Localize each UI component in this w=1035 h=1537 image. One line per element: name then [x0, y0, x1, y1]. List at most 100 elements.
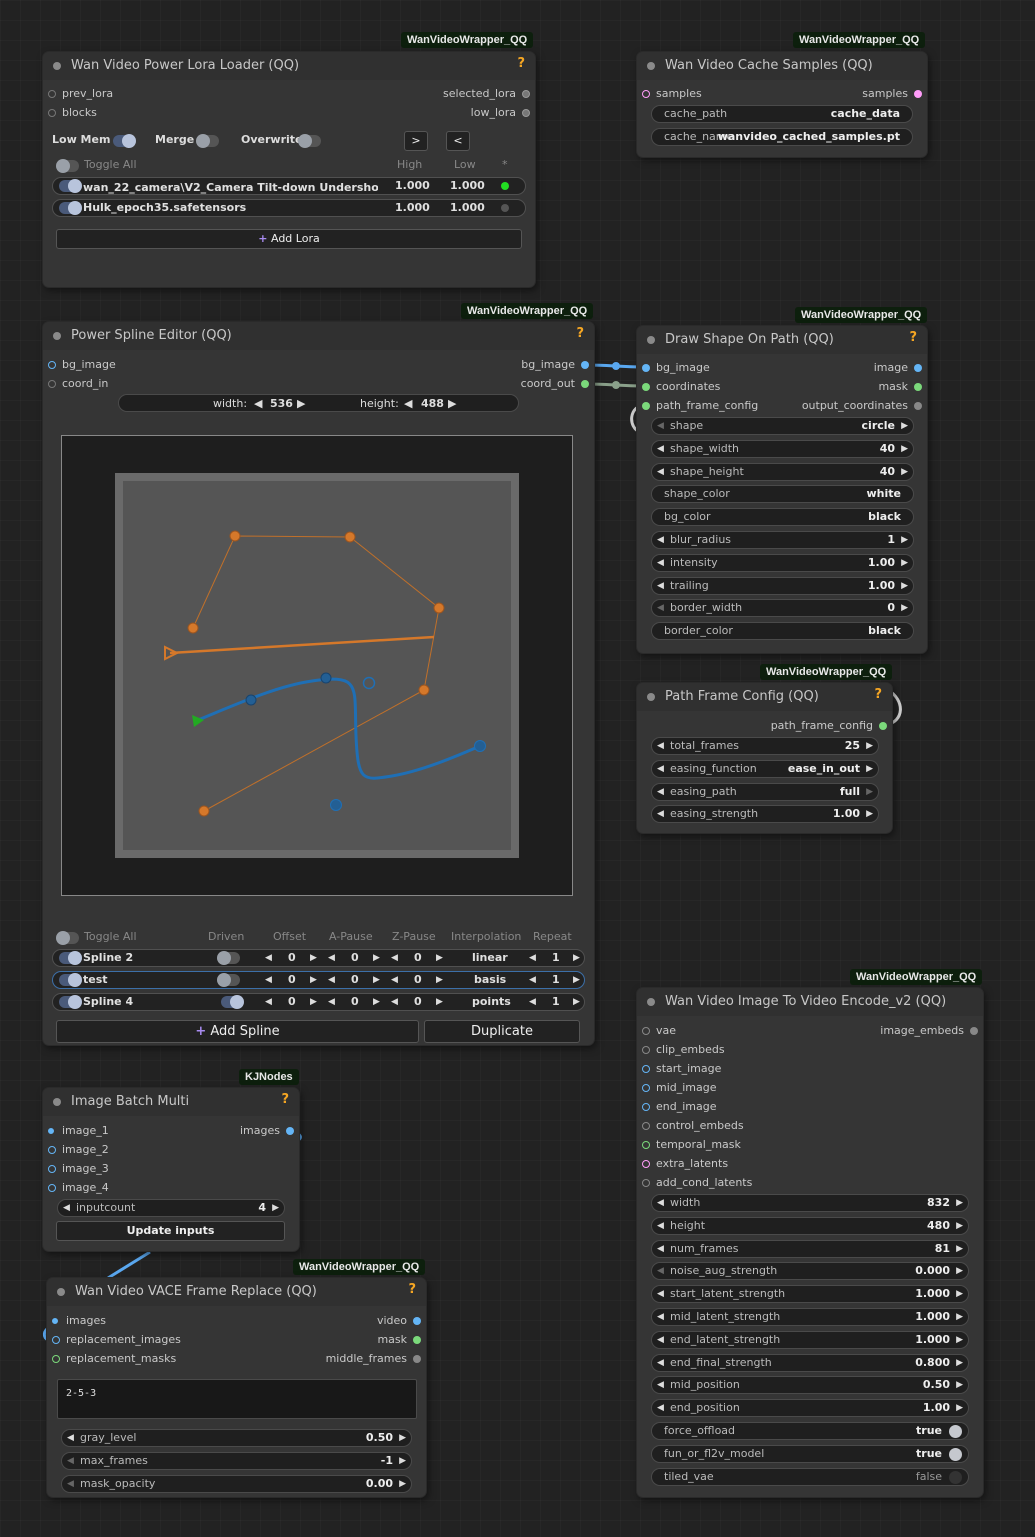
shape-widget[interactable]: ◀ shape circle ▶ — [651, 417, 914, 435]
input-mid-image[interactable]: mid_image — [642, 1081, 717, 1095]
slot-dot-icon[interactable] — [413, 1355, 421, 1363]
slot-dot-icon[interactable] — [642, 90, 650, 98]
node-header[interactable]: Path Frame Config (QQ) ? — [637, 683, 892, 711]
input-images[interactable]: images — [52, 1314, 106, 1328]
output-coordinates[interactable]: output_coordinates — [802, 399, 922, 413]
slot-dot-icon[interactable] — [48, 1184, 56, 1192]
height-widget[interactable]: ◀ height 480 ▶ — [651, 1216, 969, 1235]
toggle-all-switch[interactable] — [56, 159, 79, 173]
slot-dot-icon[interactable] — [48, 90, 56, 98]
right-arrow-icon[interactable]: ▶ — [573, 997, 580, 1007]
left-arrow-icon[interactable]: ◀ — [404, 396, 412, 412]
left-arrow-icon[interactable]: ◀ — [265, 975, 272, 985]
left-arrow-icon[interactable]: ◀ — [657, 1241, 664, 1257]
toggle-all-switch[interactable] — [56, 931, 79, 945]
slot-dot-icon[interactable] — [642, 1084, 650, 1092]
spline-drawing[interactable] — [62, 436, 574, 897]
slot-dot-icon[interactable] — [52, 1355, 60, 1363]
force-offload-toggle[interactable]: force_offload true — [651, 1422, 969, 1440]
input-start-image[interactable]: start_image — [642, 1062, 721, 1076]
width-value[interactable]: 536 — [270, 396, 293, 412]
lora-enable-toggle[interactable] — [59, 179, 82, 193]
right-arrow-icon[interactable]: ▶ — [866, 784, 873, 800]
toggle-knob-icon[interactable] — [949, 1447, 962, 1461]
left-arrow-icon[interactable]: ◀ — [657, 555, 664, 571]
vace-frame-replace-node[interactable]: Wan Video VACE Frame Replace (QQ) ? imag… — [47, 1278, 426, 1497]
right-arrow-icon[interactable]: ▶ — [399, 1476, 406, 1492]
lora-enable-toggle[interactable] — [59, 201, 82, 215]
input-replacement-masks[interactable]: replacement_masks — [52, 1352, 176, 1366]
input-coordinates[interactable]: coordinates — [642, 380, 720, 394]
mid-latent-strength-widget[interactable]: ◀ mid_latent_strength 1.000 ▶ — [651, 1308, 969, 1326]
output-low-lora[interactable]: low_lora — [471, 106, 530, 120]
left-arrow-icon[interactable]: ◀ — [67, 1453, 74, 1469]
right-arrow-icon[interactable]: ▶ — [956, 1355, 963, 1371]
node-header[interactable]: Wan Video Image To Video Encode_v2 (QQ) — [637, 988, 983, 1016]
blur-radius-widget[interactable]: ◀ blur_radius 1 ▶ — [651, 531, 914, 549]
border-width-widget[interactable]: ◀ border_width 0 ▶ — [651, 599, 914, 618]
border-color-widget[interactable]: border_color black — [651, 622, 914, 641]
slot-dot-icon[interactable] — [642, 1103, 650, 1111]
right-arrow-icon[interactable]: ▶ — [956, 1263, 963, 1279]
output-images[interactable]: images — [240, 1124, 294, 1138]
slot-dot-icon[interactable] — [413, 1336, 421, 1344]
slot-dot-icon[interactable] — [48, 1146, 56, 1154]
slot-dot-icon[interactable] — [914, 90, 922, 98]
cache-name-widget[interactable]: cache_name wanvideo_cached_samples.pt — [651, 128, 913, 146]
frame-pattern-textarea[interactable]: 2-5-3 — [57, 1379, 417, 1419]
spline-enable-toggle[interactable] — [59, 951, 82, 965]
left-arrow-icon[interactable]: ◀ — [265, 953, 272, 963]
max-frames-widget[interactable]: ◀ max_frames -1 ▶ — [61, 1451, 412, 1470]
interpolation-value[interactable]: linear — [472, 951, 508, 964]
lora-high-value[interactable]: 1.000 — [395, 179, 430, 192]
right-arrow-icon[interactable]: ▶ — [373, 953, 380, 963]
right-arrow-icon[interactable]: ▶ — [901, 600, 908, 616]
node-header[interactable]: Wan Video VACE Frame Replace (QQ) ? — [47, 1278, 426, 1306]
left-arrow-icon[interactable]: ◀ — [657, 806, 664, 822]
right-arrow-icon[interactable]: ▶ — [901, 555, 908, 571]
right-arrow-icon[interactable]: ▶ — [573, 975, 580, 985]
right-arrow-icon[interactable]: ▶ — [956, 1195, 963, 1211]
left-arrow-icon[interactable]: ◀ — [657, 1263, 664, 1279]
right-arrow-icon[interactable]: ▶ — [436, 953, 443, 963]
total-frames-widget[interactable]: ◀ total_frames 25 ▶ — [651, 737, 879, 755]
slot-dot-icon[interactable] — [48, 109, 56, 117]
lora-low-value[interactable]: 1.000 — [450, 179, 485, 192]
left-arrow-icon[interactable]: ◀ — [657, 578, 664, 594]
right-arrow-icon[interactable]: ▶ — [901, 418, 908, 434]
fun-or-fl2v-model-toggle[interactable]: fun_or_fl2v_model true — [651, 1444, 969, 1463]
bg-color-widget[interactable]: bg_color black — [651, 508, 914, 527]
output-coord-out[interactable]: coord_out — [521, 377, 589, 391]
slot-dot-icon[interactable] — [286, 1127, 294, 1135]
lora-low-value[interactable]: 1.000 — [450, 201, 485, 214]
draw-shape-node[interactable]: Draw Shape On Path (QQ) ? bg_image coord… — [637, 326, 927, 653]
image-batch-node[interactable]: Image Batch Multi ? image_1 image_2 imag… — [43, 1088, 299, 1251]
spline-enable-toggle[interactable] — [59, 973, 82, 987]
right-arrow-icon[interactable]: ▶ — [399, 1430, 406, 1446]
add-lora-button[interactable]: + Add Lora — [56, 229, 522, 249]
help-icon[interactable]: ? — [874, 687, 882, 702]
inputcount-widget[interactable]: ◀ inputcount 4 ▶ — [57, 1199, 285, 1217]
slot-dot-icon[interactable] — [52, 1336, 60, 1344]
help-icon[interactable]: ? — [408, 1282, 416, 1297]
left-arrow-icon[interactable]: ◀ — [657, 464, 664, 480]
power-lora-loader-node[interactable]: Wan Video Power Lora Loader (QQ) ? prev_… — [43, 52, 535, 287]
input-end-image[interactable]: end_image — [642, 1100, 716, 1114]
left-arrow-icon[interactable]: ◀ — [391, 975, 398, 985]
right-arrow-icon[interactable]: ▶ — [436, 975, 443, 985]
lora-name[interactable]: wan_22_camera\V2_Camera Tilt-down Unders… — [83, 179, 378, 195]
slot-dot-icon[interactable] — [642, 1065, 650, 1073]
a-pause-value[interactable]: 0 — [351, 951, 359, 964]
right-arrow-icon[interactable]: ▶ — [310, 975, 317, 985]
slot-dot-icon[interactable] — [914, 364, 922, 372]
driven-toggle[interactable] — [221, 995, 244, 1009]
left-arrow-icon[interactable]: ◀ — [657, 1355, 664, 1371]
slot-dot-icon[interactable] — [522, 109, 530, 117]
collapse-dot-icon[interactable] — [647, 336, 655, 344]
spline-enable-toggle[interactable] — [59, 995, 82, 1009]
low-mem-toggle[interactable] — [113, 134, 136, 148]
left-arrow-icon[interactable]: ◀ — [657, 1332, 664, 1348]
left-arrow-icon[interactable]: ◀ — [657, 761, 664, 777]
slot-dot-icon[interactable] — [970, 1027, 978, 1035]
cache-path-widget[interactable]: cache_path cache_data — [651, 105, 913, 123]
